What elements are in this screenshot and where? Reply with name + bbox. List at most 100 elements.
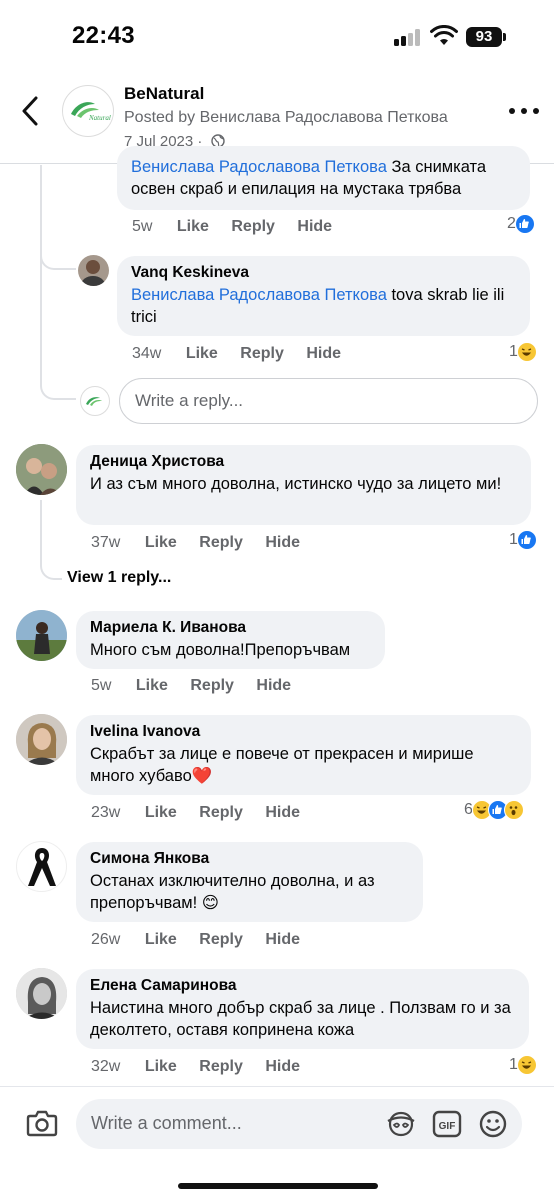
reaction-summary[interactable]: 1	[509, 342, 537, 362]
cellular-signal-icon	[394, 28, 424, 46]
hide-button[interactable]: Hide	[265, 534, 300, 552]
hide-button[interactable]: Hide	[306, 345, 341, 363]
comment-bubble: Елена Самаринова Наистина много добър ск…	[76, 969, 529, 1049]
reaction-summary[interactable]: 2	[507, 214, 535, 234]
comment-bubble: Венислава Радославова Петкова За снимкат…	[117, 146, 530, 210]
avatar[interactable]	[16, 610, 67, 661]
comment-time: 23w	[91, 804, 121, 821]
emoji-icon[interactable]	[478, 1110, 508, 1138]
comment-bubble: Vanq Keskineva Венислава Радославова Пет…	[117, 256, 530, 336]
comment-author[interactable]: Ivelina Ivanova	[90, 723, 517, 741]
comment-text-part: За снимката	[386, 158, 487, 176]
avatar[interactable]	[16, 841, 67, 892]
like-button[interactable]: Like	[177, 218, 209, 236]
comment-text: Венислава Радославова Петкова За снимкат…	[131, 156, 516, 200]
hide-button[interactable]: Hide	[297, 218, 332, 236]
avatar[interactable]	[16, 968, 67, 1019]
comment-text: Наистина много добър скраб за лице . Пол…	[90, 999, 511, 1039]
reaction-summary[interactable]: 6	[464, 800, 524, 820]
comment-text-part: Останах изключително доволна, и аз препо…	[90, 872, 375, 912]
comment-author[interactable]: Мариела К. Иванова	[90, 619, 371, 637]
reaction-summary[interactable]: 1	[509, 530, 537, 550]
comment-input[interactable]: Write a comment... GIF	[76, 1099, 522, 1149]
page-name[interactable]: BeNatural	[124, 84, 204, 104]
comment-text: И аз съм много доволна, истинско чудо за…	[90, 475, 502, 493]
status-time: 22:43	[72, 22, 135, 49]
more-icon[interactable]	[508, 104, 540, 118]
like-button[interactable]: Like	[145, 1058, 177, 1076]
mention-link[interactable]: Венислава Радославова Петкова	[131, 286, 387, 304]
comment-author[interactable]: Елена Самаринова	[90, 977, 515, 995]
comment-time: 5w	[132, 218, 153, 235]
like-button[interactable]: Like	[145, 804, 177, 822]
like-button[interactable]: Like	[186, 345, 218, 363]
battery-tip	[503, 33, 506, 41]
benatural-logo: Natural	[71, 102, 111, 122]
hide-button[interactable]: Hide	[265, 804, 300, 822]
comment-bubble: Симона Янкова Останах изключително довол…	[76, 842, 423, 922]
comment-text: Скрабът за лице е повече от прекрасен и …	[90, 743, 517, 787]
comment-actions: 23w Like Reply Hide	[91, 804, 318, 822]
comment-author[interactable]: Деница Христова	[90, 453, 517, 471]
comment-text: Венислава Радославова Петкова tova skrab…	[131, 284, 516, 328]
reply-button[interactable]: Reply	[199, 534, 243, 552]
comment-time: 5w	[91, 677, 112, 694]
thread-line	[40, 500, 42, 550]
like-button[interactable]: Like	[136, 677, 168, 695]
comment-bubble: Деница Христова И аз съм много доволна, …	[76, 445, 531, 525]
reply-placeholder: Write a reply...	[135, 391, 244, 410]
comment-actions: 26w Like Reply Hide	[91, 931, 318, 949]
camera-icon[interactable]	[26, 1109, 58, 1137]
mention-link[interactable]: Венислава Радославова Петкова	[131, 158, 387, 176]
reply-button[interactable]: Reply	[199, 931, 243, 949]
like-button[interactable]: Like	[145, 931, 177, 949]
comment-author[interactable]: Симона Янкова	[90, 850, 409, 868]
gif-icon[interactable]: GIF	[432, 1110, 462, 1138]
haha-reaction-icon	[516, 1055, 537, 1075]
comment-time: 26w	[91, 931, 121, 948]
comment-text-part: Скрабът за лице е повече от прекрасен и …	[90, 745, 474, 785]
comment-placeholder: Write a comment...	[91, 1113, 242, 1133]
view-replies-link[interactable]: View 1 reply...	[67, 569, 171, 587]
haha-reaction-icon	[516, 342, 537, 362]
reply-button[interactable]: Reply	[190, 677, 234, 695]
page-avatar[interactable]: Natural	[62, 85, 114, 137]
comment-composer: Write a comment... GIF	[0, 1086, 554, 1200]
posted-by: Posted by Венислава Радославова Петкова	[124, 109, 448, 126]
comment-author[interactable]: Vanq Keskineva	[131, 264, 516, 282]
comment-text-part: освен скраб и епилация на мустака трябва	[131, 180, 462, 198]
reply-button[interactable]: Reply	[199, 804, 243, 822]
reply-button[interactable]: Reply	[231, 218, 275, 236]
comment-time: 37w	[91, 534, 121, 551]
reaction-summary[interactable]: 1	[509, 1055, 537, 1075]
thread-connector	[40, 550, 62, 580]
like-reaction-icon	[514, 214, 535, 234]
thread-connector	[40, 240, 76, 270]
comment-time: 34w	[132, 345, 162, 362]
black-ribbon-icon	[28, 848, 56, 886]
back-icon[interactable]	[16, 94, 46, 128]
reply-button[interactable]: Reply	[199, 1058, 243, 1076]
reply-input[interactable]: Write a reply...	[119, 378, 538, 424]
comment-actions: 5w Like Reply Hide	[132, 218, 350, 236]
avatar[interactable]	[16, 444, 67, 495]
thread-connector	[40, 370, 76, 400]
comment-actions: 34w Like Reply Hide	[132, 345, 359, 363]
svg-text:Natural: Natural	[88, 114, 111, 122]
avatar[interactable]	[16, 714, 67, 765]
heart-emoji: ❤️	[191, 767, 213, 785]
like-button[interactable]: Like	[145, 534, 177, 552]
reply-button[interactable]: Reply	[240, 345, 284, 363]
comment-time: 32w	[91, 1058, 121, 1075]
page-avatar-small	[80, 386, 110, 416]
hide-button[interactable]: Hide	[265, 1058, 300, 1076]
avatar[interactable]	[78, 255, 109, 286]
comment-actions: 5w Like Reply Hide	[91, 677, 309, 695]
hide-button[interactable]: Hide	[256, 677, 291, 695]
status-bar: 22:43 93	[0, 0, 554, 74]
svg-text:GIF: GIF	[439, 1121, 456, 1132]
avatar-sticker-icon[interactable]	[386, 1110, 416, 1138]
hide-button[interactable]: Hide	[265, 931, 300, 949]
wow-reaction-icon	[503, 800, 524, 820]
comment-actions: 32w Like Reply Hide	[91, 1058, 318, 1076]
